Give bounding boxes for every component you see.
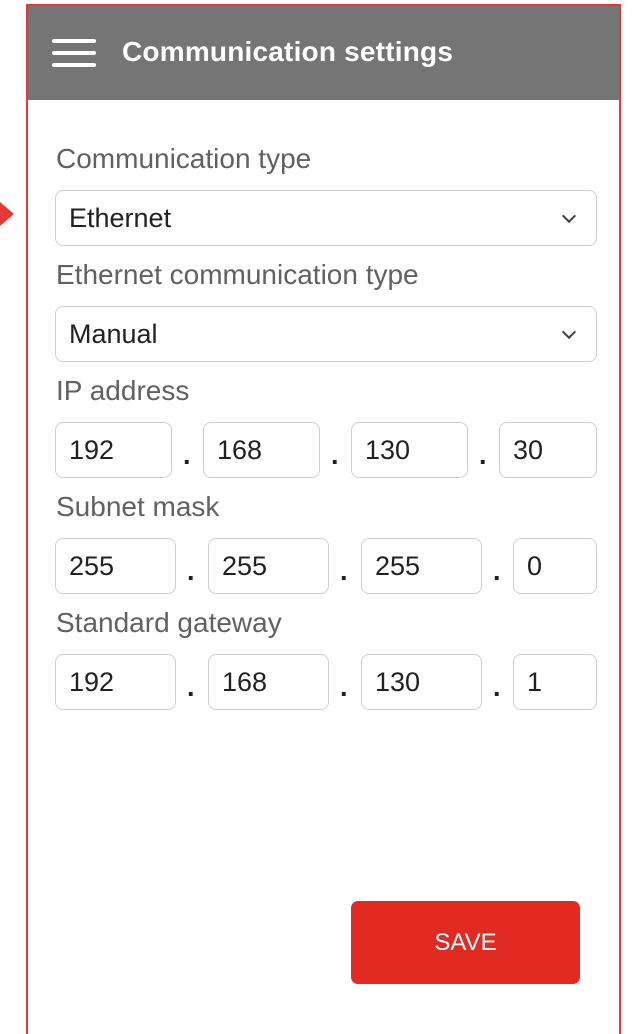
- subnet-octet-3-value: 255: [375, 551, 421, 581]
- page-title: Communication settings: [122, 36, 454, 67]
- gateway-octet-4-value: 1: [527, 667, 543, 697]
- communication-type-select[interactable]: Ethernet: [55, 190, 597, 246]
- octet-separator: .: [187, 672, 195, 702]
- gateway-octet-1[interactable]: 192: [55, 654, 176, 710]
- ip-octet-1-value: 192: [69, 435, 115, 465]
- communication-type-label: Communication type: [56, 143, 312, 174]
- ip-address-octet-2[interactable]: 168: [203, 422, 320, 478]
- save-button[interactable]: SAVE: [351, 901, 580, 984]
- pointer-arrow-icon: [0, 202, 14, 226]
- octet-separator: .: [183, 440, 191, 470]
- subnet-mask-octet-4[interactable]: 0: [513, 538, 597, 594]
- hamburger-menu-icon[interactable]: [52, 39, 96, 67]
- ip-octet-3-value: 130: [365, 435, 411, 465]
- subnet-mask-octet-3[interactable]: 255: [361, 538, 482, 594]
- gateway-octet-4[interactable]: 1: [513, 654, 597, 710]
- gateway-octet-3-value: 130: [375, 667, 421, 697]
- gateway-octet-2-value: 168: [222, 667, 268, 697]
- octet-separator: .: [493, 672, 501, 702]
- gateway-octet-1-value: 192: [69, 667, 115, 697]
- subnet-octet-4-value: 0: [527, 551, 543, 581]
- ethernet-type-select[interactable]: Manual: [55, 306, 597, 362]
- subnet-octet-2-value: 255: [222, 551, 268, 581]
- gateway-octet-2[interactable]: 168: [208, 654, 329, 710]
- gateway-octet-3[interactable]: 130: [361, 654, 482, 710]
- subnet-mask-octet-2[interactable]: 255: [208, 538, 329, 594]
- ethernet-type-label: Ethernet communication type: [56, 259, 419, 290]
- octet-separator: .: [493, 556, 501, 586]
- standard-gateway-label: Standard gateway: [56, 607, 282, 638]
- ip-address-octet-3[interactable]: 130: [351, 422, 468, 478]
- app-header: Communication settings: [28, 6, 619, 100]
- ip-address-octet-4[interactable]: 30: [499, 422, 597, 478]
- ip-address-label: IP address: [56, 375, 190, 406]
- app-screen: Communication settings Communication typ…: [26, 4, 621, 1034]
- subnet-mask-label: Subnet mask: [56, 491, 220, 522]
- octet-separator: .: [331, 440, 339, 470]
- subnet-mask-octet-1[interactable]: 255: [55, 538, 176, 594]
- ethernet-type-value: Manual: [69, 319, 158, 349]
- subnet-octet-1-value: 255: [69, 551, 115, 581]
- octet-separator: .: [340, 556, 348, 586]
- chevron-down-icon: [561, 324, 577, 340]
- communication-type-value: Ethernet: [69, 203, 172, 233]
- chevron-down-icon: [561, 208, 577, 224]
- ip-octet-4-value: 30: [513, 435, 544, 465]
- octet-separator: .: [187, 556, 195, 586]
- octet-separator: .: [340, 672, 348, 702]
- ip-address-octet-1[interactable]: 192: [55, 422, 172, 478]
- ip-octet-2-value: 168: [217, 435, 263, 465]
- octet-separator: .: [479, 440, 487, 470]
